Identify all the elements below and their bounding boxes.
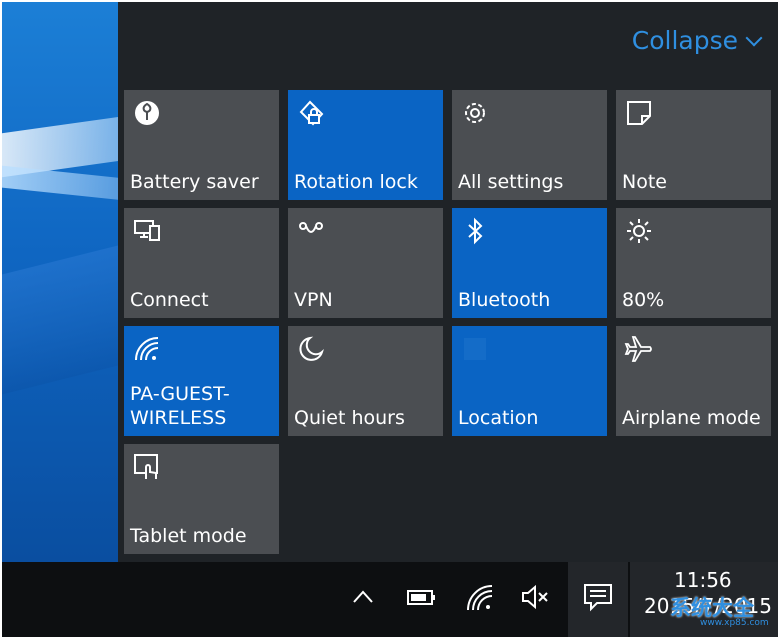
notification-icon <box>584 584 612 612</box>
tile-all-settings[interactable]: All settings <box>452 90 607 200</box>
tile-label: Note <box>622 171 667 193</box>
tile-vpn[interactable]: VPN <box>288 208 443 318</box>
tile-label: All settings <box>458 171 564 193</box>
tile-label: Tablet mode <box>130 525 247 547</box>
tile-airplane-mode[interactable]: Airplane mode <box>616 326 771 436</box>
tile-brightness[interactable]: 80% <box>616 208 771 318</box>
tile-label: VPN <box>294 289 333 311</box>
tile-rotation-lock[interactable]: Rotation lock <box>288 90 443 200</box>
gear-icon <box>465 103 485 123</box>
clock-time: 11:56 <box>674 568 732 592</box>
wifi-icon[interactable] <box>462 580 496 614</box>
tile-label: Rotation lock <box>294 171 418 193</box>
rotation-lock-icon <box>299 100 324 126</box>
tile-tablet-mode[interactable]: Tablet mode <box>124 444 279 554</box>
brightness-icon <box>627 219 651 243</box>
moon-icon <box>299 336 324 361</box>
tile-label: Battery saver <box>130 171 259 193</box>
tile-label: Quiet hours <box>294 407 405 429</box>
chevron-up-icon[interactable] <box>346 580 380 614</box>
airplane-icon <box>624 336 652 362</box>
volume-muted-icon[interactable] <box>518 580 552 614</box>
tablet-mode-icon <box>134 454 158 479</box>
tile-label: Connect <box>130 289 209 311</box>
location-icon <box>464 338 486 360</box>
collapse-button[interactable]: Collapse <box>631 26 763 55</box>
chevron-down-icon <box>745 29 763 46</box>
desktop-wallpaper <box>2 2 118 562</box>
action-center-button[interactable] <box>568 562 628 637</box>
tile-label: Airplane mode <box>622 407 761 429</box>
tile-label: Location <box>458 407 539 429</box>
tile-label: Bluetooth <box>458 289 551 311</box>
battery-icon[interactable] <box>404 580 438 614</box>
bluetooth-icon <box>468 217 483 245</box>
tile-location[interactable]: Location <box>452 326 607 436</box>
taskbar: 11:56 2015/7/2015 <box>2 562 778 637</box>
action-center-panel: Collapse Battery saver Rotation lock All… <box>118 2 778 562</box>
watermark-url: www.xp85.com <box>700 618 769 628</box>
tile-label: PA-GUEST- WIRELESS <box>130 383 230 429</box>
connect-icon <box>134 220 160 241</box>
screenshot-frame: Collapse Battery saver Rotation lock All… <box>0 0 782 639</box>
tile-bluetooth[interactable]: Bluetooth <box>452 208 607 318</box>
tile-wifi[interactable]: PA-GUEST- WIRELESS <box>124 326 279 436</box>
tile-battery-saver[interactable]: Battery saver <box>124 90 279 200</box>
collapse-label: Collapse <box>631 26 738 55</box>
tile-label: 80% <box>622 289 665 311</box>
leaf-icon <box>135 101 159 125</box>
note-icon <box>627 101 651 125</box>
vpn-icon <box>299 222 323 233</box>
tile-quiet-hours[interactable]: Quiet hours <box>288 326 443 436</box>
tile-connect[interactable]: Connect <box>124 208 279 318</box>
wifi-icon <box>135 337 159 361</box>
tile-note[interactable]: Note <box>616 90 771 200</box>
